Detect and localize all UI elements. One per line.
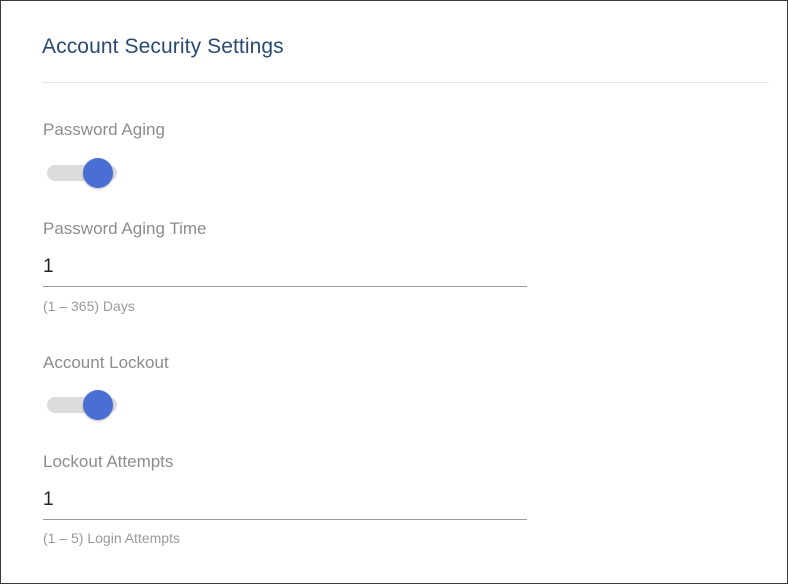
lockout-attempts-label: Lockout Attempts xyxy=(43,452,174,471)
card-title: Account Security Settings xyxy=(42,35,284,58)
password-aging-label: Password Aging xyxy=(43,120,165,139)
password-aging-time-field-wrap xyxy=(43,252,527,287)
password-aging-time-input[interactable] xyxy=(43,254,523,280)
account-lockout-label: Account Lockout xyxy=(43,353,169,372)
password-aging-toggle[interactable] xyxy=(47,158,119,188)
lockout-attempts-helper: (1 – 5) Login Attempts xyxy=(43,530,180,546)
password-aging-time-helper: (1 – 365) Days xyxy=(43,298,135,314)
toggle-knob xyxy=(83,158,113,188)
title-divider xyxy=(42,82,769,83)
toggle-knob xyxy=(83,390,113,420)
lockout-attempts-field-wrap xyxy=(43,485,527,520)
settings-card: Account Security Settings Password Aging… xyxy=(0,0,788,584)
account-lockout-toggle[interactable] xyxy=(47,390,119,420)
lockout-attempts-input[interactable] xyxy=(43,487,523,513)
password-aging-time-label: Password Aging Time xyxy=(43,219,207,238)
